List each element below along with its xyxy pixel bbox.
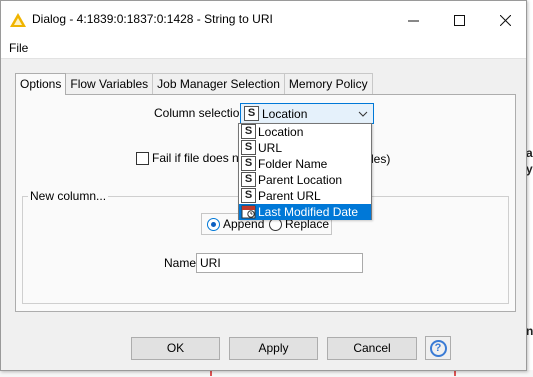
chevron-down-icon	[358, 111, 368, 117]
minimize-icon	[407, 20, 419, 21]
help-button[interactable]: ?	[425, 336, 451, 360]
tab-bar: Options Flow Variables Job Manager Selec…	[15, 73, 373, 95]
tab-options[interactable]: Options	[15, 73, 67, 95]
background-glyph: a	[526, 146, 533, 160]
fail-checkbox-label-tail: les)	[371, 152, 391, 166]
append-radio[interactable]	[207, 218, 220, 231]
title-bar[interactable]: Dialog - 4:1839:0:1837:0:1428 - String t…	[1, 1, 526, 39]
dropdown-item-folder-name[interactable]: S Folder Name	[239, 156, 371, 172]
string-type-icon: S	[241, 156, 256, 171]
dropdown-item-url[interactable]: S URL	[239, 140, 371, 156]
menu-file[interactable]: File	[9, 41, 28, 55]
menu-bar: File	[1, 39, 526, 59]
dropdown-item-parent-url[interactable]: S Parent URL	[239, 188, 371, 204]
dropdown-item-label: Parent URL	[258, 189, 321, 203]
background-mark	[454, 371, 456, 376]
checkbox-box[interactable]	[136, 152, 149, 165]
help-icon: ?	[429, 339, 447, 357]
name-input[interactable]	[196, 253, 363, 273]
dropdown-item-label: Location	[258, 125, 304, 139]
calendar-icon	[241, 204, 256, 219]
column-dropdown-list: S Location S URL S Folder Name S Parent …	[238, 123, 372, 220]
tab-job-manager-selection[interactable]: Job Manager Selection	[152, 73, 285, 94]
string-type-icon: S	[241, 140, 256, 155]
minimize-button[interactable]	[390, 1, 436, 39]
background-glyph: n	[526, 324, 533, 338]
fail-checkbox-label: Fail if file does not	[152, 151, 249, 165]
dropdown-item-location[interactable]: S Location	[239, 124, 371, 140]
maximize-button[interactable]	[436, 1, 482, 39]
column-selection-value: Location	[262, 107, 308, 121]
apply-button[interactable]: Apply	[229, 337, 318, 360]
window-title: Dialog - 4:1839:0:1837:0:1428 - String t…	[32, 12, 273, 26]
background-mark	[210, 371, 212, 376]
string-type-icon: S	[241, 188, 256, 203]
close-icon	[499, 14, 511, 26]
cancel-button[interactable]: Cancel	[327, 337, 417, 360]
dropdown-item-parent-location[interactable]: S Parent Location	[239, 172, 371, 188]
dropdown-item-label: Folder Name	[258, 157, 328, 171]
name-label: Name	[164, 256, 197, 270]
tab-flow-variables[interactable]: Flow Variables	[65, 73, 154, 94]
new-column-group-title: New column...	[28, 189, 109, 203]
maximize-icon	[453, 14, 465, 26]
close-button[interactable]	[482, 1, 528, 39]
column-selection-label: Column selection	[154, 106, 247, 120]
string-type-icon: S	[241, 124, 256, 139]
dropdown-item-label: URL	[258, 141, 283, 155]
string-type-icon: S	[244, 106, 259, 121]
dropdown-item-last-modified-date[interactable]: Last Modified Date	[239, 204, 371, 220]
string-type-icon: S	[241, 172, 256, 187]
background-glyph: y	[526, 162, 533, 176]
knime-node-icon	[10, 13, 26, 27]
ok-button[interactable]: OK	[131, 337, 220, 360]
dropdown-item-label: Parent Location	[258, 173, 343, 187]
dropdown-item-label: Last Modified Date	[258, 205, 359, 219]
column-selection-dropdown[interactable]: S Location	[240, 103, 374, 124]
tab-memory-policy[interactable]: Memory Policy	[283, 73, 373, 94]
background-app-edge: a y n	[526, 0, 533, 377]
